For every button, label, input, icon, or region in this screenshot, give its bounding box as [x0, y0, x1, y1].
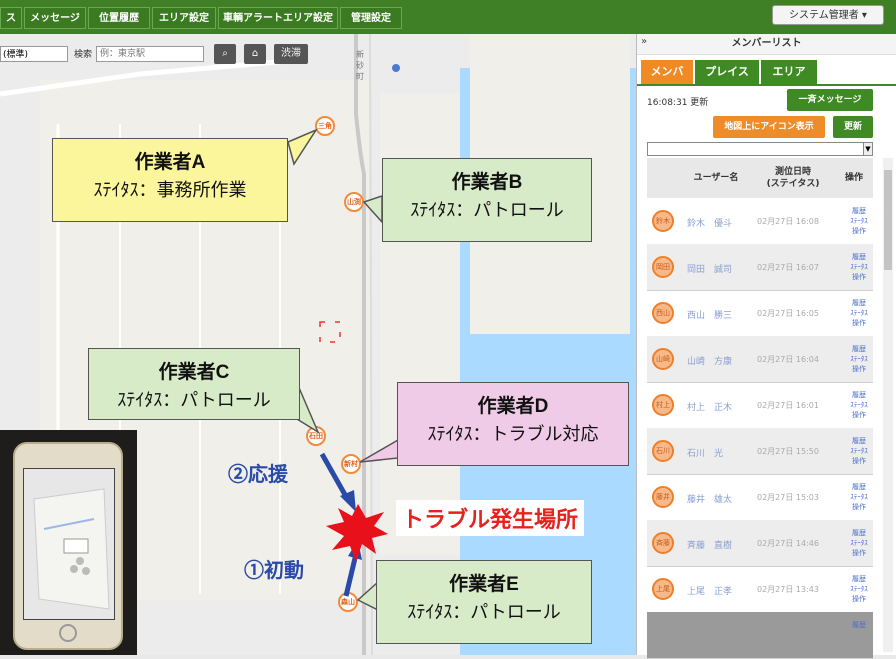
- user-avatar: 石川: [652, 440, 674, 462]
- row-actions-link[interactable]: 履歴 ｽﾃｰﾀｽ 操作: [847, 390, 871, 420]
- row-actions-link[interactable]: 履歴 ｽﾃｰﾀｽ 操作: [847, 436, 871, 466]
- show-icons-on-map-button[interactable]: 地図上にアイコン表示: [713, 116, 825, 138]
- nav-tab-admin-settings[interactable]: 管理設定: [340, 7, 402, 29]
- header-datetime: 測位日時 (ステイタス): [766, 167, 820, 189]
- nav-tab-partial[interactable]: ス: [0, 7, 22, 29]
- panel-title: メンバーリスト: [637, 34, 896, 55]
- first-response-label: ①初動: [244, 560, 304, 582]
- user-avatar: 鈴木: [652, 210, 674, 232]
- user-avatar: 藤井: [652, 486, 674, 508]
- position-datetime: 02月27日 16:08: [757, 217, 819, 226]
- table-row[interactable]: 履歴: [647, 612, 873, 659]
- user-name[interactable]: 石川 光: [687, 446, 723, 459]
- trouble-starburst-icon: [326, 504, 388, 562]
- nav-tab-vehicle-alert[interactable]: 車輌アラートエリア設定: [218, 7, 338, 29]
- position-datetime: 02月27日 14:46: [757, 539, 819, 548]
- panel-scrollbar[interactable]: [883, 158, 893, 652]
- callout-worker-e: 作業者E ｽﾃｲﾀｽ：パトロール: [376, 560, 592, 644]
- position-datetime: 02月27日 16:04: [757, 355, 819, 364]
- table-row[interactable]: 上尾 上尾 正孝 02月27日 13:43 履歴 ｽﾃｰﾀｽ 操作: [647, 566, 873, 613]
- table-row[interactable]: 斉藤 斉藤 直樹 02月27日 14:46 履歴 ｽﾃｰﾀｽ 操作: [647, 520, 873, 567]
- tab-underline: [637, 84, 896, 86]
- row-actions-link[interactable]: 履歴: [847, 620, 871, 630]
- collapse-panel-icon[interactable]: »: [641, 36, 647, 47]
- user-name[interactable]: 村上 正木: [687, 400, 732, 413]
- user-avatar: 上尾: [652, 578, 674, 600]
- position-datetime: 02月27日 16:01: [757, 401, 819, 410]
- tab-member[interactable]: メンバ: [641, 60, 693, 84]
- table-row[interactable]: 鈴木 鈴木 優斗 02月27日 16:08 履歴 ｽﾃｰﾀｽ 操作: [647, 198, 873, 245]
- user-avatar: 山崎: [652, 348, 674, 370]
- callout-status: ｽﾃｲﾀｽ：事務所作業: [93, 180, 247, 200]
- table-row[interactable]: 山崎 山崎 方康 02月27日 16:04 履歴 ｽﾃｰﾀｽ 操作: [647, 336, 873, 383]
- chevron-down-icon[interactable]: ▼: [863, 142, 873, 156]
- smartphone-icon: [13, 442, 123, 650]
- row-actions-link[interactable]: 履歴 ｽﾃｰﾀｽ 操作: [847, 482, 871, 512]
- callout-worker-b: 作業者B ｽﾃｲﾀｽ：パトロール: [382, 158, 592, 242]
- row-actions-link[interactable]: 履歴 ｽﾃｰﾀｽ 操作: [847, 252, 871, 282]
- scroll-thumb[interactable]: [884, 170, 892, 270]
- nav-tab-message[interactable]: メッセージ: [24, 7, 86, 29]
- position-datetime: 02月27日 16:07: [757, 263, 819, 272]
- user-avatar: 村上: [652, 394, 674, 416]
- callout-name: 作業者D: [477, 396, 549, 417]
- table-row[interactable]: 西山 西山 勝三 02月27日 16:05 履歴 ｽﾃｰﾀｽ 操作: [647, 290, 873, 337]
- callout-status: ｽﾃｲﾀｽ：トラブル対応: [427, 424, 599, 444]
- callout-status: ｽﾃｲﾀｽ：パトロール: [407, 602, 561, 622]
- position-datetime: 02月27日 15:50: [757, 447, 819, 456]
- smartphone-screen: [23, 468, 115, 620]
- callout-name: 作業者A: [134, 152, 206, 173]
- member-list-panel: メンバーリスト » メンバ プレイス エリア 16:08:31 更新 一斉メッセ…: [636, 34, 896, 659]
- user-avatar: 西山: [652, 302, 674, 324]
- callout-name: 作業者E: [449, 574, 519, 595]
- position-datetime: 02月27日 15:03: [757, 493, 819, 502]
- callout-name: 作業者B: [451, 172, 523, 193]
- member-filter-select[interactable]: [647, 142, 873, 156]
- row-actions-link[interactable]: 履歴 ｽﾃｰﾀｽ 操作: [847, 574, 871, 604]
- home-button-icon: [59, 624, 77, 642]
- callout-status: ｽﾃｲﾀｽ：パトロール: [117, 390, 271, 410]
- user-name[interactable]: 西山 勝三: [687, 308, 732, 321]
- user-avatar: 斉藤: [652, 532, 674, 554]
- table-row[interactable]: 村上 村上 正木 02月27日 16:01 履歴 ｽﾃｰﾀｽ 操作: [647, 382, 873, 429]
- admin-user-menu[interactable]: システム管理者 ▾: [772, 5, 884, 25]
- support-label: ②応援: [228, 464, 288, 486]
- tab-place[interactable]: プレイス: [695, 60, 759, 84]
- table-row[interactable]: 岡田 岡田 誠司 02月27日 16:07 履歴 ｽﾃｰﾀｽ 操作: [647, 244, 873, 291]
- callout-worker-c: 作業者C ｽﾃｲﾀｽ：パトロール: [88, 348, 300, 420]
- user-avatar: 岡田: [652, 256, 674, 278]
- nav-tab-location-history[interactable]: 位置履歴: [88, 7, 150, 29]
- position-datetime: 02月27日 16:05: [757, 309, 819, 318]
- callout-worker-a: 作業者A ｽﾃｲﾀｽ：事務所作業: [52, 138, 288, 222]
- top-navigation: ス メッセージ 位置履歴 エリア設定 車輌アラートエリア設定 管理設定 システム…: [0, 0, 896, 34]
- user-name[interactable]: 斉藤 直樹: [687, 538, 732, 551]
- callout-status: ｽﾃｲﾀｽ：パトロール: [410, 200, 564, 220]
- user-name[interactable]: 上尾 正孝: [687, 584, 732, 597]
- refresh-button[interactable]: 更新: [833, 116, 873, 138]
- row-actions-link[interactable]: 履歴 ｽﾃｰﾀｽ 操作: [847, 344, 871, 374]
- user-name[interactable]: 山崎 方康: [687, 354, 732, 367]
- trouble-location-label: トラブル発生場所: [396, 500, 585, 536]
- user-name[interactable]: 鈴木 優斗: [687, 216, 732, 229]
- header-username: ユーザー名: [693, 173, 739, 183]
- broadcast-message-button[interactable]: 一斉メッセージ: [787, 89, 873, 111]
- row-actions-link[interactable]: 履歴 ｽﾃｰﾀｽ 操作: [847, 528, 871, 558]
- table-row[interactable]: 石川 石川 光 02月27日 15:50 履歴 ｽﾃｰﾀｽ 操作: [647, 428, 873, 475]
- phone-map-thumbnail: [24, 469, 114, 619]
- table-row[interactable]: 藤井 藤井 雄太 02月27日 15:03 履歴 ｽﾃｰﾀｽ 操作: [647, 474, 873, 521]
- user-name[interactable]: 岡田 誠司: [687, 262, 732, 275]
- header-actions: 操作: [844, 173, 863, 183]
- callout-worker-d: 作業者D ｽﾃｲﾀｽ：トラブル対応: [397, 382, 629, 466]
- callout-name: 作業者C: [158, 362, 230, 383]
- updated-time: 16:08:31 更新: [647, 98, 709, 108]
- position-datetime: 02月27日 13:43: [757, 585, 819, 594]
- row-actions-link[interactable]: 履歴 ｽﾃｰﾀｽ 操作: [847, 206, 871, 236]
- nav-tab-area-settings[interactable]: エリア設定: [152, 7, 216, 29]
- user-name[interactable]: 藤井 雄太: [687, 492, 732, 505]
- row-actions-link[interactable]: 履歴 ｽﾃｰﾀｽ 操作: [847, 298, 871, 328]
- table-header: ユーザー名 測位日時 (ステイタス) 操作: [647, 158, 873, 198]
- tab-area[interactable]: エリア: [761, 60, 817, 84]
